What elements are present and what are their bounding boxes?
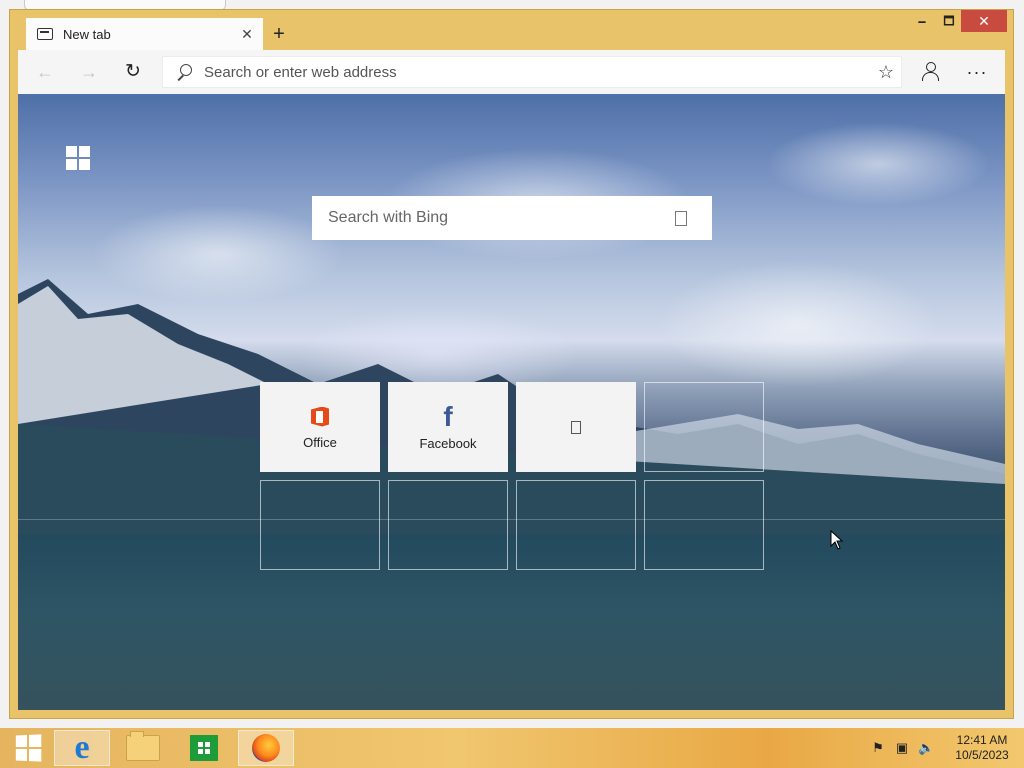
horizon-line <box>18 519 1005 520</box>
top-site-unnamed[interactable] <box>516 382 636 472</box>
address-bar[interactable]: Search or enter web address ☆ <box>162 56 902 88</box>
taskbar: e ⚑ ▣ 🔈 12:41 AM 10/5/2023 <box>0 728 1024 768</box>
top-site-facebook[interactable]: f Facebook <box>388 382 508 472</box>
top-site-office[interactable]: Office <box>260 382 380 472</box>
windows-logo-pane-1 <box>66 146 77 157</box>
facebook-icon: f <box>443 400 453 432</box>
background-mountains <box>18 279 1005 534</box>
flag-icon[interactable]: ⚑ <box>870 740 886 756</box>
clock[interactable]: 12:41 AM 10/5/2023 <box>952 733 1012 763</box>
network-icon[interactable]: ▣ <box>894 740 910 756</box>
tab-page-icon <box>37 28 53 40</box>
title-bar: New tab ✕ + 🗕 🗖 ✕ <box>10 10 1013 50</box>
bing-search-input[interactable]: Search with Bing <box>328 209 675 227</box>
taskbar-store[interactable] <box>176 730 232 766</box>
forward-button[interactable]: → <box>76 60 102 84</box>
back-button[interactable]: ← <box>32 60 58 84</box>
search-icon <box>176 64 192 80</box>
favorite-star-icon[interactable]: ☆ <box>871 62 901 83</box>
empty-tile[interactable] <box>644 480 764 570</box>
profile-button[interactable] <box>916 60 946 84</box>
tab-title: New tab <box>63 26 111 42</box>
more-options-button[interactable]: ··· <box>962 60 992 84</box>
folder-icon <box>126 731 160 761</box>
clock-time: 12:41 AM <box>956 733 1008 747</box>
tab-close-icon[interactable]: ✕ <box>237 26 257 43</box>
windows-logo-pane-2 <box>79 146 90 157</box>
windows-start-icon <box>15 734 42 762</box>
store-icon <box>190 735 218 761</box>
refresh-button[interactable]: ↻ <box>120 60 146 84</box>
taskbar-edge[interactable]: e <box>54 730 110 766</box>
tile-label: Facebook <box>419 435 477 451</box>
empty-tile[interactable] <box>388 480 508 570</box>
profile-icon-body <box>922 72 939 81</box>
browser-window: New tab ✕ + 🗕 🗖 ✕ ← → ↻ Search or enter … <box>10 10 1013 718</box>
windows-logo-icon <box>66 146 90 170</box>
firefox-icon <box>252 734 280 762</box>
new-tab-page: Search with Bing Office f Facebook <box>18 94 1005 710</box>
tile-label: Office <box>303 434 337 450</box>
taskbar-file-explorer[interactable] <box>115 730 171 766</box>
navigation-toolbar: ← → ↻ Search or enter web address ☆ ··· <box>18 50 1005 94</box>
empty-tile[interactable] <box>644 382 764 472</box>
address-input[interactable]: Search or enter web address <box>204 64 871 81</box>
volume-muted-icon[interactable]: 🔈 <box>918 740 934 756</box>
tab-new-tab[interactable]: New tab ✕ <box>26 18 263 50</box>
placeholder-icon <box>571 420 581 434</box>
close-button[interactable]: ✕ <box>961 10 1007 32</box>
empty-tile[interactable] <box>516 480 636 570</box>
profile-icon <box>926 62 936 72</box>
search-submit-icon[interactable] <box>675 210 687 226</box>
system-tray: ⚑ ▣ 🔈 <box>870 736 934 760</box>
office-icon <box>309 405 331 429</box>
taskbar-firefox[interactable] <box>238 730 294 766</box>
clock-date: 10/5/2023 <box>955 748 1009 762</box>
mouse-cursor-icon <box>830 530 844 550</box>
maximize-button[interactable]: 🗖 <box>934 10 964 32</box>
new-tab-button[interactable]: + <box>268 23 290 45</box>
minimize-button[interactable]: 🗕 <box>907 10 937 32</box>
empty-tile[interactable] <box>260 480 380 570</box>
start-button[interactable] <box>0 730 56 766</box>
edge-icon: e <box>74 729 90 766</box>
bing-search-box[interactable]: Search with Bing <box>312 196 712 240</box>
windows-logo-pane-3 <box>66 159 77 170</box>
windows-logo-pane-4 <box>79 159 90 170</box>
